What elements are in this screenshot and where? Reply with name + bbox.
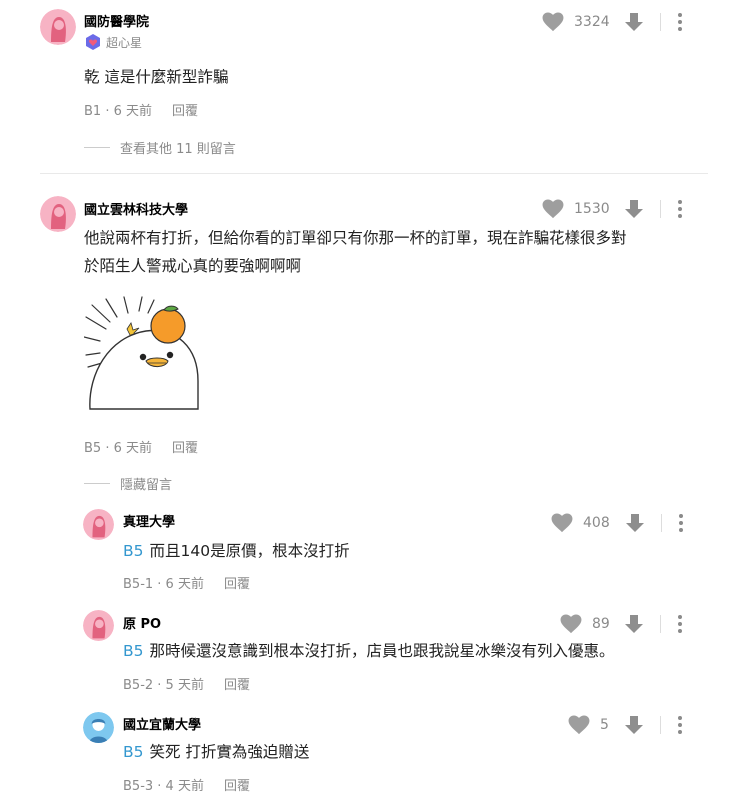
more-options-icon[interactable]	[677, 198, 683, 219]
heart-icon[interactable]	[542, 198, 564, 219]
reply-button[interactable]: 回覆	[224, 678, 250, 693]
reply-actions: 89	[560, 613, 683, 634]
female-avatar-icon	[40, 196, 76, 232]
hexagon-heart-icon	[86, 34, 100, 50]
reply-body: 笑死 打折實為強迫贈送	[149, 743, 310, 761]
more-options-icon[interactable]	[677, 11, 683, 32]
female-avatar-icon	[40, 9, 76, 45]
reply-text: B5 那時候還沒意識到根本沒打折，店員也跟我說星冰樂沒有列入優惠。	[123, 637, 615, 665]
floor-time: B1 · 6 天前	[84, 104, 152, 119]
reply-button[interactable]: 回覆	[172, 104, 198, 119]
thumb-down-arrow-icon[interactable]	[625, 513, 645, 533]
comment-meta: B5 · 6 天前 回覆	[84, 437, 198, 456]
heart-icon[interactable]	[568, 714, 590, 735]
more-options-icon[interactable]	[677, 613, 683, 634]
badge-label: 超心星	[106, 35, 143, 50]
comment-actions: 3324	[542, 11, 683, 32]
more-options-icon[interactable]	[677, 714, 683, 735]
divider	[660, 199, 661, 218]
reply-actions: 408	[551, 512, 684, 533]
female-avatar-icon	[83, 610, 114, 641]
reply-button[interactable]: 回覆	[172, 441, 198, 456]
comment-divider	[40, 173, 708, 174]
floor-time: B5-1 · 6 天前	[123, 577, 204, 592]
like-count: 408	[583, 514, 610, 531]
avatar[interactable]	[40, 9, 76, 45]
like-count: 89	[592, 615, 610, 632]
reply-meta: B5-1 · 6 天前 回覆	[123, 573, 250, 592]
thumb-down-arrow-icon[interactable]	[624, 715, 644, 735]
floor-tag-link[interactable]: B5	[123, 642, 144, 660]
floor-time: B5-2 · 5 天前	[123, 678, 204, 693]
avatar[interactable]	[83, 712, 114, 743]
more-replies-label[interactable]: 查看其他 11 則留言	[120, 138, 236, 157]
avatar[interactable]	[40, 196, 76, 232]
comment-actions: 1530	[542, 198, 683, 219]
divider	[660, 12, 661, 31]
heart-icon[interactable]	[542, 11, 564, 32]
floor-time: B5-3 · 4 天前	[123, 779, 204, 794]
more-replies-link[interactable]: 查看其他 11 則留言	[84, 138, 236, 157]
more-options-icon[interactable]	[678, 512, 684, 533]
divider	[660, 614, 661, 633]
comment-text-line: 他說兩杯有打折，但給你看的訂單卻只有你那一杯的訂單，現在詐騙花樣很多對	[84, 229, 627, 247]
hide-replies-label[interactable]: 隱藏留言	[120, 474, 172, 493]
divider	[661, 513, 662, 532]
duck-orange-sticker-icon	[83, 296, 199, 410]
floor-time: B5 · 6 天前	[84, 441, 152, 456]
like-count: 3324	[574, 13, 610, 30]
author-name[interactable]: 國立雲林科技大學	[84, 199, 188, 218]
divider	[660, 715, 661, 734]
comment-text: 乾 這是什麼新型詐騙	[84, 68, 229, 86]
floor-tag-link[interactable]: B5	[123, 542, 144, 560]
reply-button[interactable]: 回覆	[224, 779, 250, 794]
author-name[interactable]: 國立宜蘭大學	[123, 714, 201, 733]
comment-text: 他說兩杯有打折，但給你看的訂單卻只有你那一杯的訂單，現在詐騙花樣很多對 於陌生人…	[84, 224, 714, 280]
reply-button[interactable]: 回覆	[224, 577, 250, 592]
reply-actions: 5	[568, 714, 683, 735]
like-count: 1530	[574, 200, 610, 217]
avatar[interactable]	[83, 610, 114, 641]
like-count: 5	[600, 716, 609, 733]
reply-meta: B5-3 · 4 天前 回覆	[123, 775, 250, 794]
author-name[interactable]: 國防醫學院	[84, 11, 149, 30]
author-name[interactable]: 原 PO	[123, 613, 161, 632]
reply-body: 那時候還沒意識到根本沒打折，店員也跟我說星冰樂沒有列入優惠。	[149, 642, 615, 660]
thumb-down-arrow-icon[interactable]	[624, 12, 644, 32]
hide-replies-link[interactable]: 隱藏留言	[84, 474, 172, 493]
author-name[interactable]: 真理大學	[123, 511, 175, 530]
reply-text: B5 而且140是原價，根本沒打折	[123, 537, 350, 565]
avatar[interactable]	[83, 509, 114, 540]
sticker-image[interactable]	[83, 295, 200, 411]
user-badge: 超心星	[84, 33, 142, 51]
female-avatar-icon	[83, 509, 114, 540]
heart-icon[interactable]	[551, 512, 573, 533]
reply-text: B5 笑死 打折實為強迫贈送	[123, 738, 309, 766]
reply-meta: B5-2 · 5 天前 回覆	[123, 674, 250, 693]
thumb-down-arrow-icon[interactable]	[624, 199, 644, 219]
thumb-down-arrow-icon[interactable]	[624, 614, 644, 634]
male-avatar-icon	[83, 712, 114, 743]
comment-text-line: 於陌生人警戒心真的要強啊啊啊	[84, 257, 302, 275]
heart-icon[interactable]	[560, 613, 582, 634]
comment-meta: B1 · 6 天前 回覆	[84, 100, 198, 119]
reply-body: 而且140是原價，根本沒打折	[149, 542, 350, 560]
floor-tag-link[interactable]: B5	[123, 743, 144, 761]
